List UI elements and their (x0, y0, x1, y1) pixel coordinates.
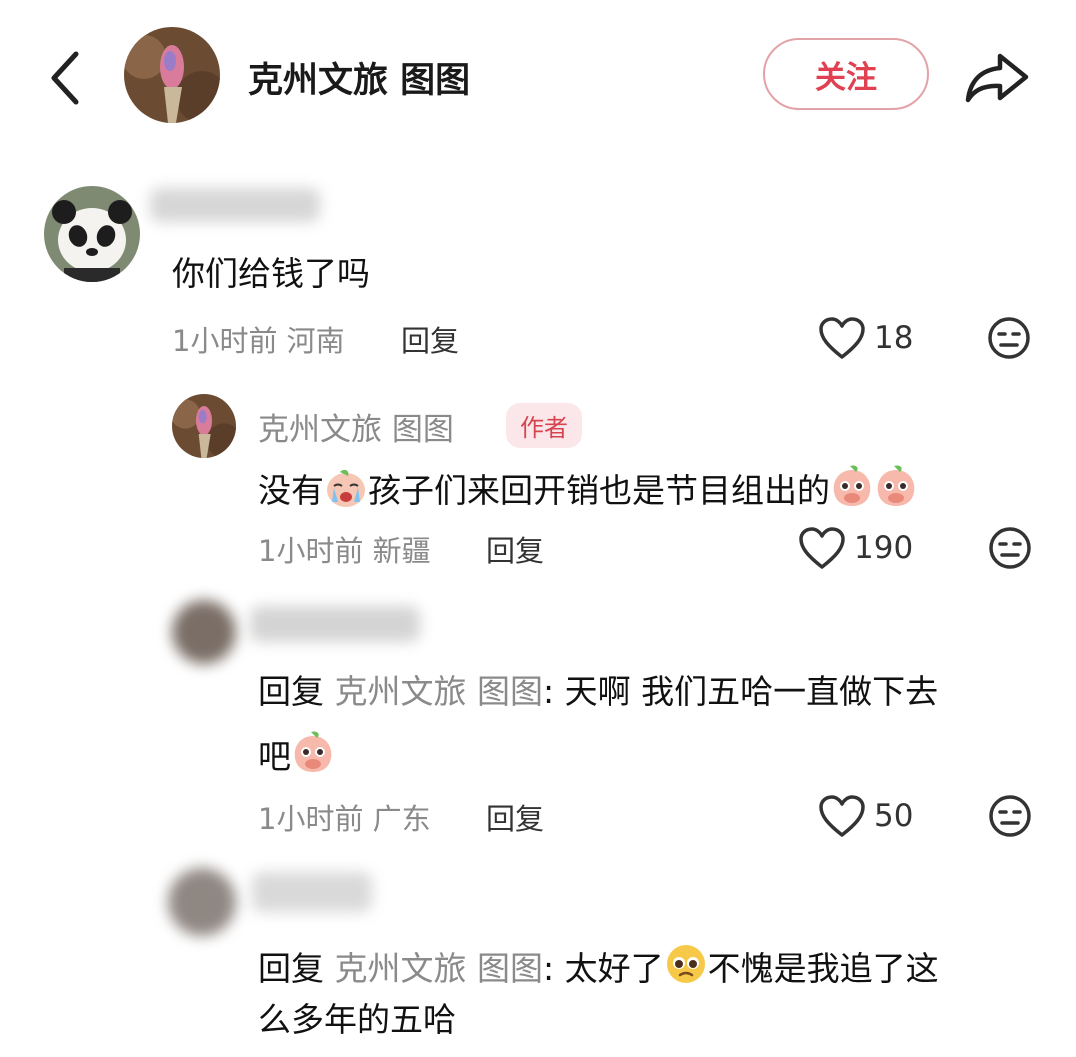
like-button[interactable]: 18 (818, 316, 913, 360)
header-avatar[interactable] (124, 27, 220, 123)
pleading-face-emoji (664, 942, 708, 986)
back-chevron-icon[interactable] (44, 50, 88, 106)
like-count: 18 (874, 320, 914, 356)
reply-prefix: 回复 (258, 672, 324, 711)
meh-face-icon[interactable] (988, 794, 1032, 838)
reply-prefix: 回复 (258, 949, 324, 988)
like-count: 50 (874, 798, 914, 834)
text-segment: : 天啊 我们五哈一直做下去 (543, 672, 939, 711)
comment-text-line2: 吧 (258, 730, 335, 777)
heart-outline-icon (799, 527, 845, 569)
comment-text: 回复 克州文旅 图图: 天啊 我们五哈一直做下去 (258, 672, 938, 712)
blurred-username (150, 188, 320, 222)
peach-face-emoji (874, 464, 918, 508)
reply-target[interactable]: 克州文旅 图图 (335, 949, 544, 988)
reply-button[interactable]: 回复 (401, 318, 459, 360)
comment-time: 1小时前 河南 (172, 318, 345, 360)
time-text: 1小时前 (172, 324, 278, 358)
location-text: 河南 (286, 324, 345, 358)
heart-outline-icon (819, 795, 865, 837)
author-badge: 作者 (506, 403, 582, 448)
blurred-avatar[interactable] (168, 868, 236, 936)
text-segment: 孩子们来回开销也是节目组出的 (368, 471, 830, 510)
peach-face-emoji (291, 730, 335, 774)
meh-face-icon[interactable] (987, 316, 1031, 360)
reply-button[interactable]: 回复 (486, 796, 544, 838)
comment-text: 你们给钱了吗 (172, 254, 370, 293)
time-text: 1小时前 (258, 802, 364, 836)
follow-button[interactable]: 关注 (763, 38, 929, 110)
heart-outline-icon (819, 317, 865, 359)
comment-time: 1小时前 广东 (258, 796, 431, 838)
text-segment: 不愧是我追了这 (707, 949, 939, 988)
comment-text: 没有 孩子们来回开销也是节目组出的 (258, 464, 918, 511)
like-button[interactable]: 190 (798, 526, 913, 570)
author-name[interactable]: 克州文旅 图图 (258, 404, 454, 449)
time-text: 1小时前 (258, 534, 364, 568)
peach-face-emoji (830, 464, 874, 508)
blurred-username (252, 872, 372, 912)
text-segment: : 太好了 (543, 949, 664, 988)
like-button[interactable]: 50 (818, 794, 913, 838)
blurred-username (250, 606, 420, 642)
text-segment: 没有 (258, 471, 324, 510)
comment-text-line2: 么多年的五哈 (258, 1000, 456, 1039)
author-avatar[interactable] (172, 394, 236, 458)
reply-button[interactable]: 回复 (486, 528, 544, 570)
location-text: 广东 (372, 802, 431, 836)
account-name: 克州文旅 图图 (248, 61, 471, 101)
comment-time: 1小时前 新疆 (258, 528, 431, 570)
location-text: 新疆 (372, 534, 431, 568)
like-count: 190 (854, 530, 914, 566)
reply-target[interactable]: 克州文旅 图图 (335, 672, 544, 711)
crying-face-emoji (324, 468, 368, 508)
meh-face-icon[interactable] (988, 526, 1032, 570)
blurred-avatar[interactable] (172, 600, 236, 664)
panda-avatar[interactable] (44, 186, 140, 282)
comment-text: 回复 克州文旅 图图: 太好了 不愧是我追了这 (258, 942, 939, 989)
text-segment: 吧 (258, 737, 291, 776)
share-icon[interactable] (964, 50, 1030, 104)
